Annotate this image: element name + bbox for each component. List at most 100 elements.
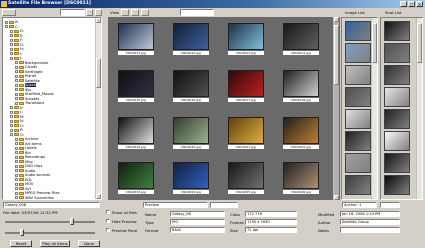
image-list-thumbnail[interactable] [345,21,371,41]
image-list-thumbnail[interactable] [345,131,371,151]
expand-icon[interactable] [10,124,13,127]
thumbnail-image[interactable] [173,117,209,144]
speed-slider-knob[interactable] [20,229,24,236]
expand-icon[interactable] [15,101,18,105]
zoom-slider-knob[interactable] [70,218,74,225]
view-large-icons-button[interactable] [131,9,139,16]
expand-icon[interactable] [15,164,18,168]
expand-icon[interactable] [15,182,18,186]
shot-list-thumbnail[interactable] [384,131,410,151]
search-input[interactable]: Galaxy_008 [3,202,100,208]
thumbnail-item[interactable]: DSC0015.jpg [118,70,154,103]
thumbnail-image[interactable] [283,117,319,144]
shot-list-thumbnail[interactable] [384,153,410,173]
image-list-panel[interactable] [341,17,378,200]
expand-icon[interactable] [10,128,13,132]
thumbnail-image[interactable] [228,117,264,144]
image-list-thumbnail[interactable] [345,65,371,85]
scroll-up-arrow-icon[interactable] [96,18,101,23]
image-list-thumbnail[interactable] [345,43,371,63]
thumbnail-image[interactable] [173,162,209,189]
thumbnail-item[interactable]: DSC0024.jpg [173,162,209,195]
shot-list-thumbnail[interactable] [384,65,410,85]
format-field[interactable]: B&W [170,227,225,233]
scroll-thumb[interactable] [334,25,339,85]
thumbnail-scrollbar[interactable] [333,17,339,200]
up-folder-button[interactable] [86,9,93,16]
thumbnail-image[interactable] [283,70,319,97]
thumbnail-image[interactable] [283,23,319,50]
expand-icon[interactable] [15,187,18,190]
expand-icon[interactable] [5,25,8,28]
close-button[interactable]: × [416,1,423,7]
size-field[interactable]: 72 dpi [245,227,297,233]
thumbnail-image[interactable] [228,23,264,50]
anchor-field[interactable]: Anchor: 1 [342,202,377,208]
expand-icon[interactable] [15,173,18,177]
tree-scrollbar[interactable] [95,18,101,199]
minimize-button[interactable]: _ [400,1,407,7]
preview-option-select[interactable] [210,202,238,208]
frames-field[interactable]: 1790 x 1630 [245,219,297,225]
thumbnail-image[interactable] [118,23,154,50]
thumbnail-item[interactable]: DSC0011.jpg [118,23,154,56]
show-all-files-checkbox[interactable] [106,210,110,214]
view-details-button[interactable] [141,9,149,16]
scroll-thumb[interactable] [417,23,422,63]
expand-icon[interactable] [10,34,13,37]
thumbnail-item[interactable]: DSC0026.jpg [283,162,319,195]
expand-icon[interactable] [15,191,18,195]
type-field[interactable]: JPG [170,219,225,225]
modified-field[interactable]: Jan 16, 2006 1:24 PM [340,211,400,217]
hide-preview-checkbox[interactable] [106,219,110,223]
thumbnail-image[interactable] [173,23,209,50]
thumbnail-item[interactable]: DSC0023.jpg [118,162,154,195]
speed-slider-track[interactable] [5,232,95,234]
expand-icon[interactable] [15,142,18,145]
thumbnail-item[interactable]: DSC0018.jpg [283,70,319,103]
drive-select[interactable] [60,9,85,16]
expand-icon[interactable] [10,133,13,136]
name-field[interactable]: Galaxy_08 [170,211,225,217]
shot-list-thumbnail[interactable] [384,43,410,63]
thumbnail-image[interactable] [283,162,319,189]
expand-icon[interactable] [15,74,18,78]
thumbnail-image[interactable] [118,70,154,97]
expand-icon[interactable] [10,106,13,109]
preview-pane-checkbox[interactable] [106,228,110,232]
thumbnail-item[interactable]: DSC0025.jpg [228,162,264,195]
expand-icon[interactable] [15,196,18,199]
image-list-thumbnail[interactable] [345,175,371,195]
play-all-button[interactable]: Play all items [40,240,70,247]
thumbnail-item[interactable]: DSC0022.jpg [283,117,319,150]
thumbnail-image[interactable] [228,70,264,97]
thumbnail-item[interactable]: DSC0012.jpg [173,23,209,56]
scroll-down-arrow-icon[interactable] [96,194,101,199]
preview-name-field[interactable]: Preview [143,202,208,208]
new-folder-button[interactable] [95,9,102,16]
maximize-button[interactable]: □ [408,1,415,7]
reset-button[interactable]: Reset [10,240,32,247]
expand-icon[interactable] [15,146,18,150]
thumbnail-item[interactable]: DSC0017.jpg [228,70,264,103]
folder-tree[interactable]: A: C: D: E: F: G: H: I: J: Backgrounds Clouds Earth… [2,17,102,200]
expand-icon[interactable] [10,115,13,118]
expand-icon[interactable] [15,169,18,172]
scroll-thumb[interactable] [372,23,377,63]
expand-icon[interactable] [15,79,18,82]
class-field[interactable]: 172 776 [245,211,297,217]
zoom-slider-track[interactable] [5,221,95,223]
thumbnail-image[interactable] [118,162,154,189]
expand-icon[interactable] [15,70,18,73]
shot-list-thumbnail[interactable] [384,109,410,129]
thumbnail-item[interactable]: DSC0021.jpg [228,117,264,150]
notes-field[interactable] [340,227,400,233]
done-button[interactable]: Done [78,240,100,247]
thumbnail-image[interactable] [118,117,154,144]
author-field[interactable]: Satellite Group [340,219,400,225]
expand-icon[interactable] [10,29,13,33]
thumbnail-item[interactable]: DSC0019.jpg [118,117,154,150]
thumbnail-image[interactable] [228,162,264,189]
back-button[interactable] [2,9,16,16]
shot-list-panel[interactable] [380,17,423,200]
